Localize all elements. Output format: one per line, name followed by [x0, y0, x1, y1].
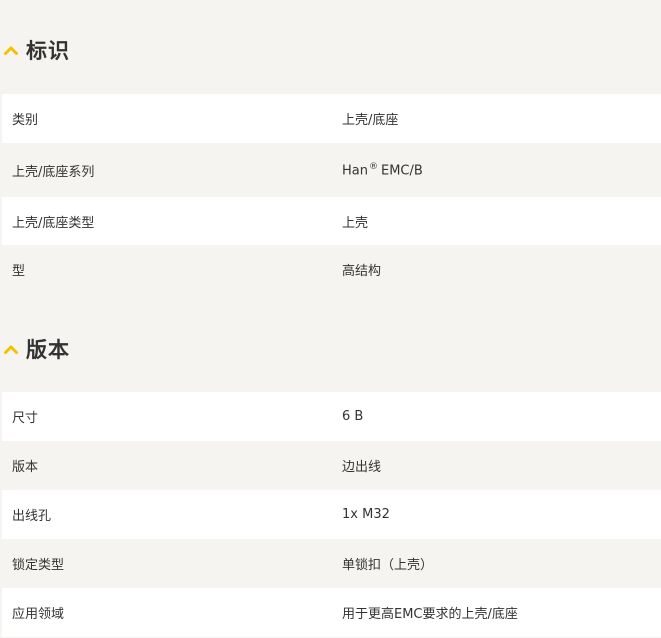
spec-label: 上壳/底座系列 — [12, 165, 95, 180]
spec-row: 上壳/底座系列 Han® EMC/B — [2, 146, 661, 195]
spec-value-rest: EMC/B — [380, 163, 423, 179]
spec-row: 锁定类型 单锁扣（上壳） — [2, 539, 661, 588]
spec-value: Han® EMC/B — [342, 161, 423, 179]
spec-value: 6 B — [342, 409, 364, 424]
chevron-up-icon[interactable] — [2, 340, 20, 358]
spec-label: 版本 — [12, 460, 39, 475]
spec-label: 锁定类型 — [12, 558, 65, 573]
spec-value: 上壳 — [342, 216, 369, 231]
spec-label: 型 — [12, 264, 26, 279]
section-header-version[interactable]: 版本 — [0, 331, 70, 367]
spec-value: 1x M32 — [342, 507, 390, 522]
spec-value: 用于更高EMC要求的上壳/底座 — [342, 607, 518, 622]
spec-label: 上壳/底座类型 — [12, 216, 95, 231]
spec-label: 出线孔 — [12, 509, 52, 524]
registered-mark: ® — [368, 161, 378, 172]
spec-row: 类别 上壳/底座 — [2, 94, 661, 143]
product-spec-page: 标识 类别 上壳/底座 上壳/底座系列 Han® EMC/B 上壳/底座类型 上壳… — [0, 0, 661, 638]
spec-row: 型 高结构 — [2, 245, 661, 294]
spec-value: 边出线 — [342, 460, 382, 475]
chevron-up-icon[interactable] — [2, 41, 20, 59]
spec-row: 版本 边出线 — [2, 441, 661, 490]
section-title: 版本 — [26, 338, 70, 362]
spec-row: 应用领域 用于更高EMC要求的上壳/底座 — [2, 588, 661, 637]
section-title: 标识 — [26, 39, 70, 63]
spec-value: 上壳/底座 — [342, 113, 399, 128]
spec-value-main: Han — [342, 163, 368, 179]
spec-label: 尺寸 — [12, 411, 39, 426]
spec-row: 尺寸 6 B — [2, 392, 661, 441]
spec-row: 出线孔 1x M32 — [2, 490, 661, 539]
spec-row: 上壳/底座类型 上壳 — [2, 197, 661, 246]
spec-label: 类别 — [12, 113, 39, 128]
spec-label: 应用领域 — [12, 607, 65, 622]
spec-value: 单锁扣（上壳） — [342, 558, 434, 573]
spec-value: 高结构 — [342, 264, 382, 279]
section-header-identification[interactable]: 标识 — [0, 32, 70, 68]
